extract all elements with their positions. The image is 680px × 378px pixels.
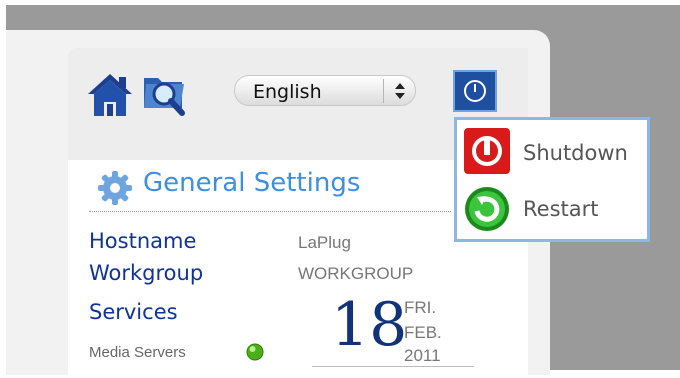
shutdown-label: Shutdown xyxy=(523,141,628,165)
media-servers-label: Media Servers xyxy=(89,344,186,361)
workgroup-label: Workgroup xyxy=(89,261,204,285)
select-arrows-icon xyxy=(395,83,405,99)
language-select[interactable]: English xyxy=(234,75,416,106)
date-month: FEB. xyxy=(404,323,442,342)
hostname-value: LaPlug xyxy=(298,233,351,252)
home-icon[interactable] xyxy=(86,72,136,123)
restart-label: Restart xyxy=(523,197,599,221)
shutdown-icon xyxy=(464,128,510,174)
services-label: Services xyxy=(89,300,178,324)
hostname-label: Hostname xyxy=(89,229,197,253)
power-icon xyxy=(464,80,486,102)
gear-icon xyxy=(98,171,132,205)
language-select-value: English xyxy=(253,81,322,103)
power-menu: Shutdown Restart xyxy=(454,117,650,242)
section-title: General Settings xyxy=(143,168,361,198)
folder-search-icon[interactable] xyxy=(142,70,192,125)
top-border xyxy=(0,0,680,5)
status-led-icon xyxy=(246,343,264,361)
workgroup-value: WORKGROUP xyxy=(298,264,414,283)
restart-menu-item[interactable]: Restart xyxy=(457,185,647,235)
date-weekday: FRI. xyxy=(404,298,437,317)
shutdown-menu-item[interactable]: Shutdown xyxy=(457,127,647,177)
date-underline xyxy=(312,366,474,367)
section-divider xyxy=(89,211,451,212)
power-button[interactable] xyxy=(453,70,497,112)
restart-icon xyxy=(465,187,509,231)
date-day: 18 xyxy=(331,290,408,360)
date-year: 2011 xyxy=(404,346,441,365)
select-divider xyxy=(383,79,384,103)
